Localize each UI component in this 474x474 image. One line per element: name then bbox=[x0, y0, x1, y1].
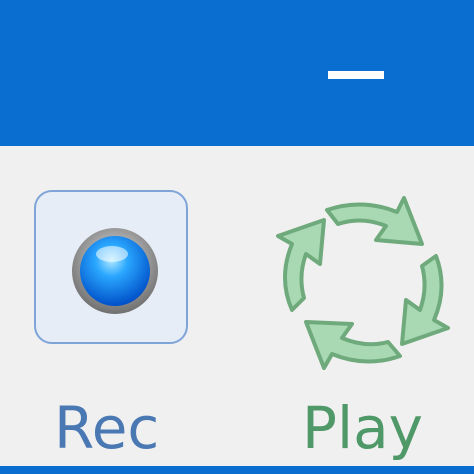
minimize-icon bbox=[328, 71, 384, 79]
refresh-cycle-icon bbox=[276, 196, 450, 370]
rec-label: Rec bbox=[54, 394, 160, 462]
toolbar: Rec Play bbox=[0, 146, 474, 466]
bottom-border bbox=[0, 466, 474, 474]
minimize-button[interactable] bbox=[328, 60, 384, 90]
record-icon bbox=[72, 228, 158, 314]
rec-button[interactable]: Rec bbox=[26, 182, 202, 464]
play-button[interactable]: Play bbox=[262, 182, 462, 464]
rec-button-frame bbox=[34, 190, 188, 344]
play-label: Play bbox=[302, 394, 423, 462]
title-bar bbox=[0, 0, 474, 146]
